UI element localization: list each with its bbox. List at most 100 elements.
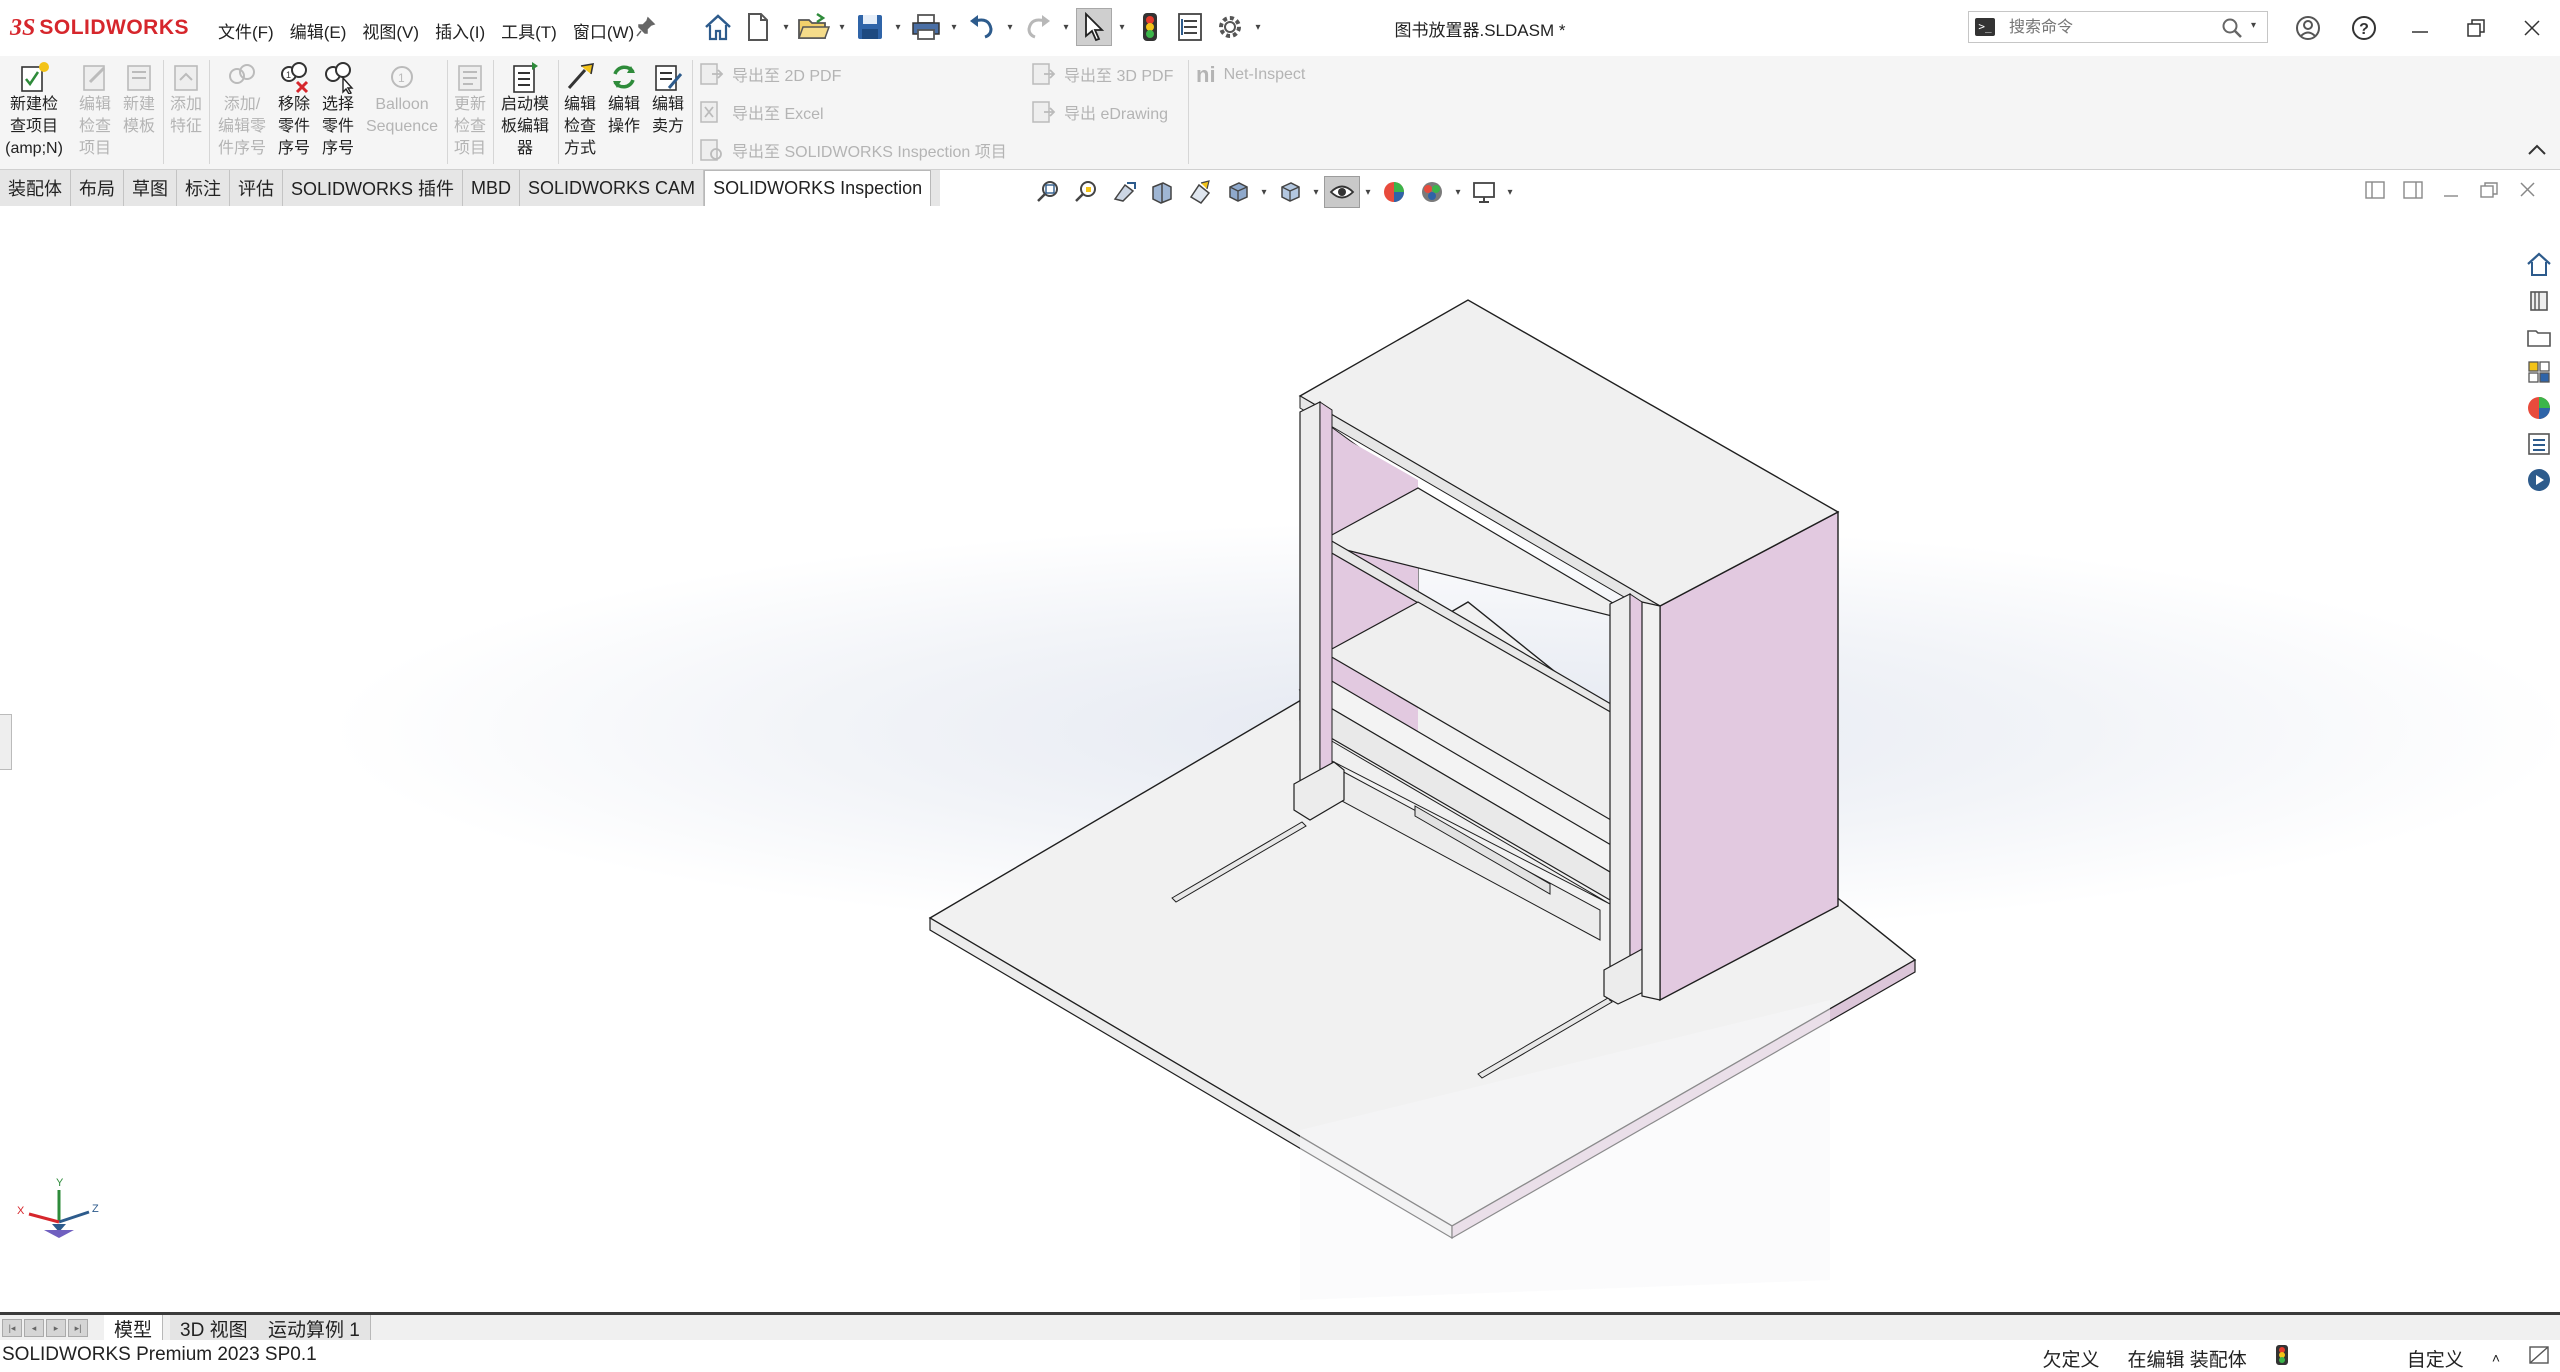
- file-explorer-icon[interactable]: [2522, 320, 2556, 352]
- user-account-icon[interactable]: [2280, 10, 2336, 46]
- search-input[interactable]: [2007, 15, 2191, 41]
- tab-mbd[interactable]: MBD: [463, 170, 521, 206]
- first-tab-arrow-icon[interactable]: |◂: [2, 1319, 22, 1337]
- menu-tools[interactable]: 工具(T): [493, 14, 565, 47]
- tab-motion-study-1[interactable]: 运动算例 1: [258, 1315, 371, 1341]
- select-dropdown-icon[interactable]: ▾: [1116, 22, 1128, 33]
- apply-scene-dropdown-icon[interactable]: ▾: [1452, 187, 1464, 198]
- search-commands[interactable]: >_ ▾: [1968, 11, 2268, 43]
- help-icon[interactable]: ?: [2336, 10, 2392, 46]
- doc-close-icon[interactable]: [2514, 180, 2542, 205]
- solidworks-forum-icon[interactable]: [2522, 464, 2556, 496]
- appearances-scenes-icon[interactable]: [2522, 392, 2556, 424]
- prev-tab-arrow-icon[interactable]: ◂: [24, 1319, 44, 1337]
- restore-icon[interactable]: [2448, 10, 2504, 46]
- edit-appearance-icon[interactable]: [1376, 176, 1412, 208]
- save-dropdown-icon[interactable]: ▾: [892, 22, 904, 33]
- next-tab-arrow-icon[interactable]: ▸: [46, 1319, 66, 1337]
- redo-dropdown-icon[interactable]: ▾: [1060, 22, 1072, 33]
- pin-icon[interactable]: [636, 16, 656, 38]
- menu-window[interactable]: 窗口(W): [565, 14, 642, 47]
- assembly-model[interactable]: [0, 170, 2560, 1312]
- search-dropdown-icon[interactable]: ▾: [2251, 20, 2256, 31]
- tab-inspection[interactable]: SOLIDWORKS Inspection: [704, 170, 932, 206]
- unit-system[interactable]: 自定义: [2407, 1345, 2464, 1372]
- unit-system-caret[interactable]: ˄: [2492, 1350, 2500, 1366]
- feature-manager-handle[interactable]: [0, 714, 12, 770]
- redo-icon[interactable]: [1020, 8, 1056, 46]
- file-properties-icon[interactable]: [1172, 8, 1208, 46]
- export-excel-button[interactable]: 导出至 Excel: [698, 100, 824, 124]
- zoom-to-fit-icon[interactable]: [1030, 176, 1066, 208]
- apply-scene-icon[interactable]: [1414, 176, 1450, 208]
- options-dropdown-icon[interactable]: ▾: [1252, 22, 1264, 33]
- home-icon[interactable]: [700, 8, 736, 46]
- new-template-button[interactable]: 新建 模板: [116, 60, 162, 138]
- undo-icon[interactable]: [964, 8, 1000, 46]
- view-orientation-icon[interactable]: [1220, 176, 1256, 208]
- tab-3d-views[interactable]: 3D 视图: [170, 1315, 259, 1341]
- view-palette-icon[interactable]: [2522, 356, 2556, 388]
- print-dropdown-icon[interactable]: ▾: [948, 22, 960, 33]
- close-icon[interactable]: [2504, 10, 2560, 46]
- edit-operation-button[interactable]: 编辑 操作: [604, 60, 644, 138]
- new-document-icon[interactable]: [740, 8, 776, 46]
- last-tab-arrow-icon[interactable]: ▸|: [68, 1319, 88, 1337]
- solidworks-resources-icon[interactable]: [2522, 248, 2556, 280]
- balloon-sequence-button[interactable]: 1 Balloon Sequence: [362, 60, 442, 138]
- menu-file[interactable]: 文件(F): [210, 14, 282, 47]
- custom-properties-icon[interactable]: [2522, 428, 2556, 460]
- select-cursor-icon[interactable]: [1076, 8, 1112, 46]
- menu-insert[interactable]: 插入(I): [427, 14, 493, 47]
- collapse-ribbon-icon[interactable]: [2526, 142, 2548, 163]
- save-icon[interactable]: [852, 8, 888, 46]
- solidworks-logo[interactable]: 3S SOLIDWORKS: [10, 10, 189, 46]
- doc-restore-icon[interactable]: [2476, 180, 2504, 205]
- export-3d-pdf-button[interactable]: 导出至 3D PDF: [1030, 62, 1173, 86]
- display-style-dropdown-icon[interactable]: ▾: [1310, 187, 1322, 198]
- tab-evaluate[interactable]: 评估: [230, 170, 283, 206]
- tile-left-icon[interactable]: [2362, 180, 2390, 205]
- edit-inspection-project-button[interactable]: 编辑 检查 项目: [72, 60, 118, 160]
- hide-show-dropdown-icon[interactable]: ▾: [1362, 187, 1374, 198]
- select-balloon-button[interactable]: 选择 零件 序号: [316, 60, 360, 160]
- tab-assembly[interactable]: 装配体: [0, 170, 71, 206]
- edit-vendor-button[interactable]: 编辑 卖方: [648, 60, 688, 138]
- export-edrawing-button[interactable]: 导出 eDrawing: [1030, 100, 1168, 124]
- rebuild-traffic-light-icon[interactable]: [1132, 8, 1168, 46]
- launch-template-editor-button[interactable]: 启动模 板编辑 器: [496, 60, 554, 160]
- tab-markup[interactable]: 标注: [177, 170, 230, 206]
- display-style-icon[interactable]: [1272, 176, 1308, 208]
- previous-view-icon[interactable]: [1106, 176, 1142, 208]
- hide-show-items-icon[interactable]: [1324, 176, 1360, 208]
- zoom-to-area-icon[interactable]: [1068, 176, 1104, 208]
- tab-cam[interactable]: SOLIDWORKS CAM: [520, 170, 705, 206]
- tab-model[interactable]: 模型: [104, 1315, 164, 1341]
- update-inspection-button[interactable]: 更新 检查 项目: [450, 60, 490, 160]
- export-2d-pdf-button[interactable]: 导出至 2D PDF: [698, 62, 841, 86]
- design-library-icon[interactable]: [2522, 284, 2556, 316]
- view-settings-dropdown-icon[interactable]: ▾: [1504, 187, 1516, 198]
- tab-addins[interactable]: SOLIDWORKS 插件: [283, 170, 464, 206]
- open-folder-icon[interactable]: [796, 8, 832, 46]
- view-settings-icon[interactable]: [1466, 176, 1502, 208]
- print-icon[interactable]: [908, 8, 944, 46]
- edit-inspection-method-button[interactable]: 编辑 检查 方式: [560, 60, 600, 160]
- options-gear-icon[interactable]: [1212, 8, 1248, 46]
- section-view-icon[interactable]: [1144, 176, 1180, 208]
- quick-tips-icon[interactable]: [2528, 1345, 2550, 1371]
- open-dropdown-icon[interactable]: ▾: [836, 22, 848, 33]
- minimize-icon[interactable]: [2392, 10, 2448, 46]
- net-inspect-button[interactable]: ni Net-Inspect: [1196, 62, 1305, 88]
- new-inspection-project-button[interactable]: 新建检 查项目 (amp;N): [4, 60, 64, 160]
- doc-minimize-icon[interactable]: [2438, 180, 2466, 205]
- graphics-area[interactable]: Y Z X: [0, 170, 2560, 1312]
- add-edit-balloon-button[interactable]: 添加/ 编辑零 件序号: [212, 60, 272, 160]
- new-dropdown-icon[interactable]: ▾: [780, 22, 792, 33]
- export-inspection-project-button[interactable]: 导出至 SOLIDWORKS Inspection 项目: [698, 138, 1007, 162]
- remove-balloon-button[interactable]: 1 移除 零件 序号: [272, 60, 316, 160]
- menu-view[interactable]: 视图(V): [354, 14, 427, 47]
- dynamic-annotation-views-icon[interactable]: [1182, 176, 1218, 208]
- tab-sketch[interactable]: 草图: [124, 170, 177, 206]
- menu-edit[interactable]: 编辑(E): [282, 14, 355, 47]
